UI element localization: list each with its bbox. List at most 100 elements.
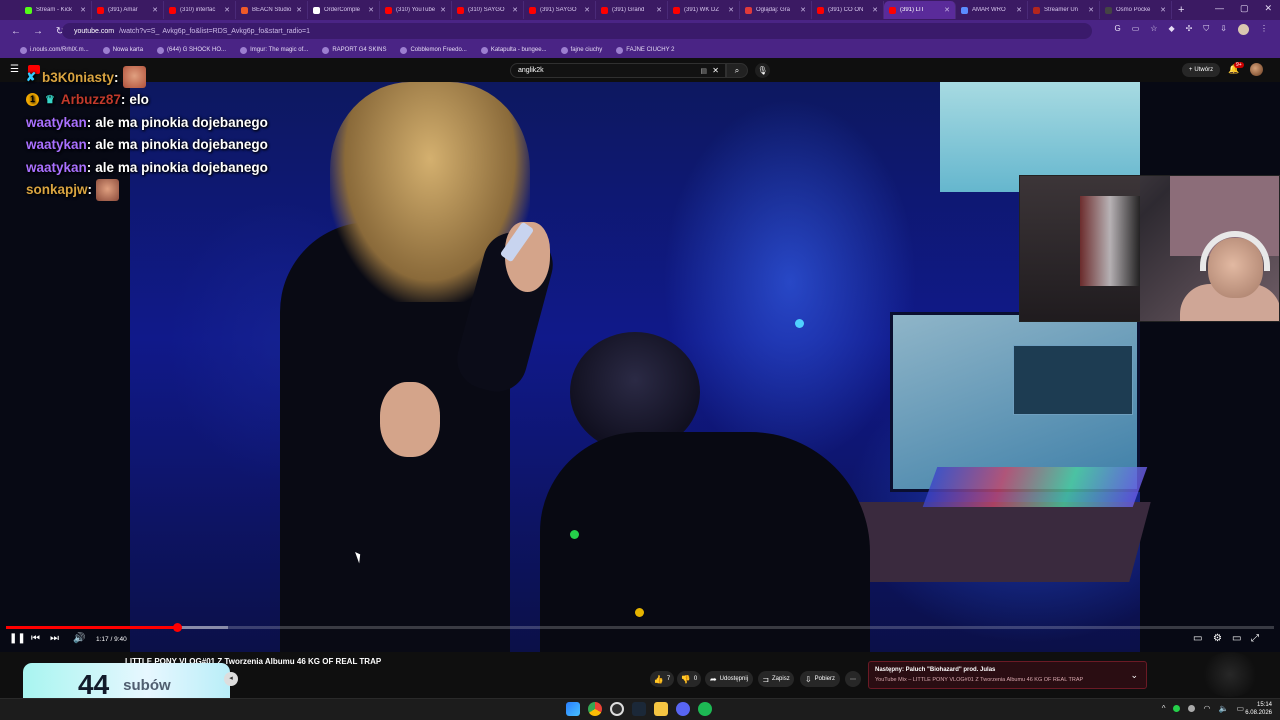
tab-close-icon[interactable]: ✕	[1160, 6, 1166, 14]
file-explorer-icon[interactable]	[654, 702, 668, 716]
browser-tab[interactable]: (310) YouTube ✕	[380, 1, 452, 19]
browser-tab[interactable]: Oglądaj: Gra ✕	[740, 1, 812, 19]
bookmark-item[interactable]: Nowa karta	[102, 46, 143, 54]
next-icon[interactable]: ⏭	[50, 633, 59, 644]
progress-scrubber[interactable]	[172, 623, 182, 632]
shield-icon[interactable]: ⛉	[1203, 24, 1209, 35]
browser-tab[interactable]: (310) interfac ✕	[164, 1, 236, 19]
browser-tab[interactable]: (391) WK DZ ✕	[668, 1, 740, 19]
spotify-icon[interactable]	[698, 702, 712, 716]
browser-tab[interactable]: Streamer Un ✕	[1028, 1, 1100, 19]
search-button[interactable]: ⌕	[726, 63, 748, 78]
download-button[interactable]: ⇩ Pobierz	[800, 671, 840, 687]
theater-mode-icon[interactable]: ▭	[1232, 633, 1241, 644]
browser-tab[interactable]: Stream - Kick ✕	[20, 1, 92, 19]
browser-tab[interactable]: AMAR WRO ✕	[956, 1, 1028, 19]
chevron-down-icon[interactable]: ⌄	[1130, 670, 1138, 681]
discord-icon[interactable]	[676, 702, 690, 716]
voice-search-button[interactable]: 🎙	[755, 63, 770, 78]
close-window-icon[interactable]: ✕	[1264, 3, 1272, 14]
bookmark-item[interactable]: (644) G SHOCK HO...	[157, 46, 226, 54]
new-tab-icon[interactable]: +	[1178, 4, 1184, 16]
create-button[interactable]: + Utwórz	[1182, 63, 1220, 77]
tab-close-icon[interactable]: ✕	[656, 6, 662, 14]
address-bar[interactable]: youtube.com /watch?v=S_ Avkg6p_fo&list=R…	[62, 23, 1092, 39]
tab-close-icon[interactable]: ✕	[440, 6, 446, 14]
browser-tab[interactable]: BEACN Studio ✕	[236, 1, 308, 19]
search-input[interactable]: anglik2k ▤ ✕	[510, 63, 726, 78]
tray-app-icon[interactable]	[1188, 705, 1196, 712]
profile-avatar[interactable]	[1238, 24, 1249, 35]
browser-tab[interactable]: OrderComple ✕	[308, 1, 380, 19]
minimize-icon[interactable]: —	[1215, 3, 1224, 14]
keyboard-icon[interactable]: ▤	[700, 67, 707, 75]
extension-icon[interactable]: ◆	[1168, 24, 1174, 35]
chrome-icon[interactable]	[588, 702, 602, 716]
bookmark-item[interactable]: RAPORT G4 SKINS	[322, 46, 386, 54]
tab-close-icon[interactable]: ✕	[80, 6, 86, 14]
battery-icon[interactable]: ▭	[1236, 704, 1244, 713]
bookmark-item[interactable]: FAJNE CIUCHY 2	[616, 46, 674, 54]
bookmark-item[interactable]: Cobblemon Freedo...	[400, 46, 467, 54]
tab-close-icon[interactable]: ✕	[944, 6, 950, 14]
bookmark-item[interactable]: Katapulta - bungee...	[480, 46, 547, 54]
tab-close-icon[interactable]: ✕	[368, 6, 374, 14]
save-button[interactable]: ⊐ Zapisz	[758, 671, 794, 687]
browser-tab[interactable]: (391) LIT ✕	[884, 1, 956, 19]
browser-tab[interactable]: (391) CO ON ✕	[812, 1, 884, 19]
tray-chevron-icon[interactable]: ^	[1162, 704, 1166, 713]
windows-start-icon[interactable]	[566, 702, 580, 716]
tab-close-icon[interactable]: ✕	[224, 6, 230, 14]
tab-close-icon[interactable]: ✕	[872, 6, 878, 14]
tab-close-icon[interactable]: ✕	[1088, 6, 1094, 14]
tab-close-icon[interactable]: ✕	[296, 6, 302, 14]
tab-close-icon[interactable]: ✕	[1016, 6, 1022, 14]
more-actions-button[interactable]: ⋯	[845, 671, 861, 687]
tab-close-icon[interactable]: ✕	[152, 6, 158, 14]
system-clock[interactable]: 15:14 6.08.2026	[1245, 701, 1272, 717]
browser-tab[interactable]: (391) Amar ✕	[92, 1, 164, 19]
pause-icon[interactable]: ❚❚	[9, 633, 26, 644]
tab-close-icon[interactable]: ✕	[800, 6, 806, 14]
widget-close-icon: ◂	[224, 672, 238, 686]
previous-icon[interactable]: ⏮	[31, 633, 40, 644]
tab-close-icon[interactable]: ✕	[512, 6, 518, 14]
forward-icon[interactable]: →	[32, 26, 44, 37]
back-icon[interactable]: ←	[10, 26, 22, 37]
share-button[interactable]: ➦ Udostępnij	[705, 671, 753, 687]
cast-icon[interactable]: ▭	[1132, 24, 1140, 35]
like-button[interactable]: 👍 7	[650, 671, 674, 687]
tab-close-icon[interactable]: ✕	[584, 6, 590, 14]
progress-bar[interactable]	[6, 623, 1274, 632]
puzzle-icon[interactable]: ✣	[1186, 24, 1193, 35]
bookmark-star-icon[interactable]: ☆	[1150, 24, 1157, 35]
browser-menu-icon[interactable]: ⋮	[1260, 24, 1268, 35]
subtitles-icon[interactable]: ▭	[1193, 633, 1202, 644]
fullscreen-icon[interactable]: ⤢	[1251, 633, 1259, 644]
browser-tab[interactable]: (310) SAYGO ✕	[452, 1, 524, 19]
tray-green-icon[interactable]	[1173, 705, 1181, 712]
bookmark-item[interactable]: i.nouls.com/RrhlX.m...	[20, 46, 89, 54]
account-avatar[interactable]	[1250, 63, 1263, 76]
tab-label: Oglądaj: Gra	[756, 7, 791, 13]
obs-icon[interactable]	[610, 702, 624, 716]
browser-tab[interactable]: Osmo Pocke ✕	[1100, 1, 1172, 19]
browser-tab[interactable]: (391) SAYGO ✕	[524, 1, 596, 19]
download-icon[interactable]: ⇩	[1220, 24, 1227, 35]
dislike-button[interactable]: 👎 0	[677, 671, 701, 687]
bookmark-item[interactable]: fajne ciuchy	[560, 46, 602, 54]
bookmark-favicon-icon	[400, 46, 408, 54]
wifi-icon[interactable]: ◠	[1203, 704, 1210, 713]
maximize-icon[interactable]: ▢	[1240, 3, 1249, 14]
browser-tab[interactable]: (391) Grand ✕	[596, 1, 668, 19]
tab-close-icon[interactable]: ✕	[728, 6, 734, 14]
speaker-icon[interactable]: 🔈	[1218, 704, 1228, 713]
clear-search-icon[interactable]: ✕	[712, 66, 719, 75]
volume-icon[interactable]: 🔊	[73, 633, 85, 644]
up-next-panel[interactable]: Następny: Paluch "Biohazard" prod. Julas…	[868, 661, 1147, 689]
settings-gear-icon[interactable]: ⚙	[1213, 633, 1222, 644]
steam-icon[interactable]	[632, 702, 646, 716]
google-lens-icon[interactable]: G	[1114, 24, 1120, 35]
hamburger-menu-icon[interactable]: ☰	[10, 64, 19, 75]
bookmark-item[interactable]: Imgur: The magic of...	[240, 46, 308, 54]
